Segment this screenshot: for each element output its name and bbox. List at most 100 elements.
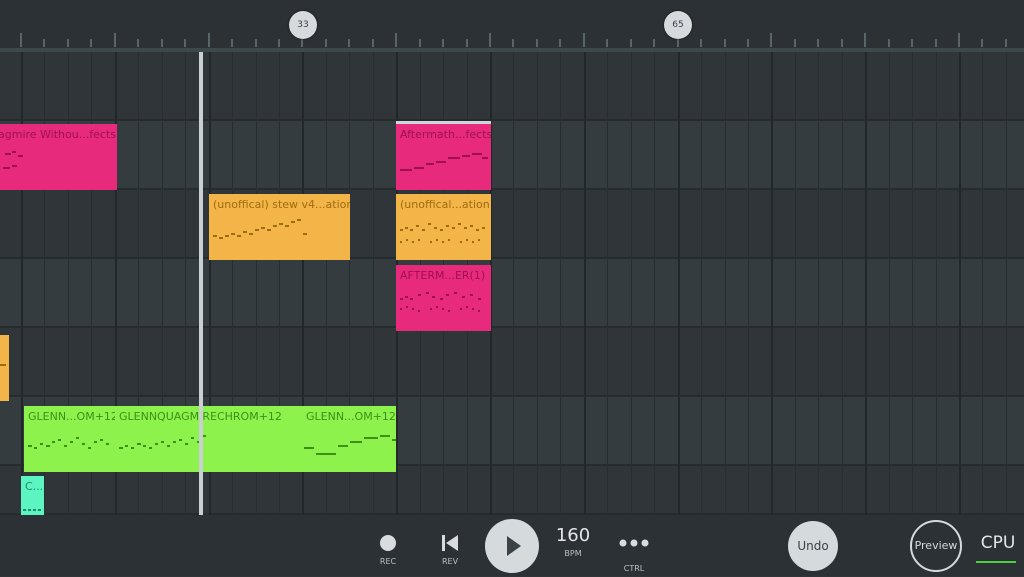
bar-marker-33[interactable]: 33 <box>289 11 317 39</box>
grid-line <box>982 52 984 515</box>
timeline-ruler[interactable]: 33 65 <box>0 0 1024 52</box>
undo-button[interactable]: Undo <box>788 521 838 571</box>
grid-line <box>21 52 23 515</box>
rewind-button[interactable]: REV <box>434 533 466 566</box>
grid-line <box>513 52 515 515</box>
grid-line <box>583 52 586 515</box>
pattern-clip[interactable]: (unoffical...ation <box>396 194 491 260</box>
grid-line <box>959 52 961 515</box>
clip-title: agmire Withou...fects <box>0 128 116 141</box>
clip-notes <box>304 435 396 455</box>
more-dots-icon <box>619 539 649 547</box>
ruler-tick <box>911 39 914 47</box>
pattern-clip[interactable]: GLENN...OM+12 <box>302 406 396 472</box>
ruler-tick <box>371 39 374 47</box>
track-row[interactable] <box>0 190 1024 259</box>
preview-button[interactable]: Preview <box>910 520 962 572</box>
record-button[interactable]: REC <box>372 533 404 566</box>
ruler-tick <box>840 39 843 47</box>
clip-notes <box>23 509 41 511</box>
record-icon <box>380 535 396 551</box>
grid-line <box>794 52 796 515</box>
ruler-tick <box>746 39 749 47</box>
ruler-tick <box>770 33 773 47</box>
playhead[interactable] <box>199 52 203 515</box>
ruler-tick <box>887 39 890 47</box>
ruler-tick <box>231 39 234 47</box>
rewind-icon <box>442 535 458 551</box>
pattern-clip[interactable]: GLENN...OM+12 <box>24 406 115 472</box>
grid-line <box>677 52 680 515</box>
pattern-clip[interactable]: GLENNQUAGMIRECHROM+12 <box>115 406 302 472</box>
ctrl-button[interactable]: CTRL <box>614 535 654 573</box>
grid-line <box>888 52 890 515</box>
ruler-tick <box>489 33 491 47</box>
clip-notes <box>400 292 481 312</box>
ruler-tick <box>160 39 163 47</box>
track-row[interactable] <box>0 121 1024 190</box>
bpm-display[interactable]: 160 BPM <box>550 525 596 558</box>
track-row[interactable] <box>0 52 1024 121</box>
grid-line <box>724 52 726 515</box>
grid-line <box>912 52 914 515</box>
cpu-level-bar <box>976 561 1016 563</box>
ruler-tick <box>465 39 468 47</box>
ruler-tick <box>395 33 398 47</box>
ruler-tick <box>934 39 937 47</box>
ruler-tick <box>817 39 820 47</box>
cpu-label: CPU <box>980 533 1016 553</box>
pattern-clip[interactable]: AFTERM...ER(1) <box>396 265 491 331</box>
playlist-grid[interactable]: agmire Withou...fects Aftermath...fects … <box>0 52 1024 515</box>
ruler-tick <box>606 39 609 47</box>
pattern-clip[interactable]: (unoffical) stew v4...ation <box>209 194 350 260</box>
ruler-tick <box>418 39 421 47</box>
clip-notes <box>3 151 23 169</box>
pattern-clip-selected[interactable]: Aftermath...fects <box>396 121 491 190</box>
ruler-tick <box>629 39 632 47</box>
ruler-tick <box>981 39 984 47</box>
ruler-tick <box>653 39 656 47</box>
clip-title: Aftermath...fects <box>400 128 491 141</box>
ruler-tick <box>184 39 187 47</box>
record-label: REC <box>379 557 397 566</box>
ruler-tick <box>864 33 867 47</box>
rewind-label: REV <box>441 557 459 566</box>
ruler-tick <box>43 39 46 47</box>
pattern-clip[interactable]: C... <box>21 476 44 515</box>
grid-line <box>747 52 749 515</box>
grid-line <box>701 52 703 515</box>
grid-line <box>841 52 843 515</box>
clip-notes <box>0 364 6 366</box>
play-button[interactable] <box>485 519 539 573</box>
clip-notes <box>213 219 307 239</box>
ruler-tick <box>1004 39 1007 47</box>
clip-notes <box>400 223 485 243</box>
track-row[interactable] <box>0 466 1024 515</box>
bar-marker-65[interactable]: 65 <box>664 11 692 39</box>
pattern-clip-partial[interactable] <box>0 335 9 401</box>
grid-line <box>536 52 538 515</box>
transport-bar: REC REV 160 BPM CTRL Undo Preview CPU <box>0 515 1024 576</box>
ruler-tick <box>535 39 538 47</box>
bpm-value: 160 <box>555 525 591 546</box>
cpu-meter[interactable]: CPU <box>976 533 1020 563</box>
track-row[interactable] <box>0 328 1024 397</box>
play-icon <box>507 536 521 556</box>
ruler-tick <box>793 39 796 47</box>
ruler-tick <box>113 33 116 47</box>
ruler-tick <box>700 39 703 47</box>
clip-title: AFTERM...ER(1) <box>400 269 486 282</box>
clip-title: GLENN...OM+12 <box>306 410 396 423</box>
pattern-clip[interactable]: agmire Withou...fects <box>0 124 117 190</box>
ruler-tick <box>137 39 140 47</box>
grid-line <box>654 52 656 515</box>
grid-line <box>630 52 632 515</box>
ruler-tick <box>66 39 69 47</box>
grid-line <box>865 52 868 515</box>
grid-line <box>1005 52 1007 515</box>
ruler-tick <box>582 33 585 47</box>
clip-notes <box>400 153 488 171</box>
clip-notes <box>28 437 109 449</box>
track-row[interactable] <box>0 259 1024 328</box>
ruler-tick <box>348 39 351 47</box>
